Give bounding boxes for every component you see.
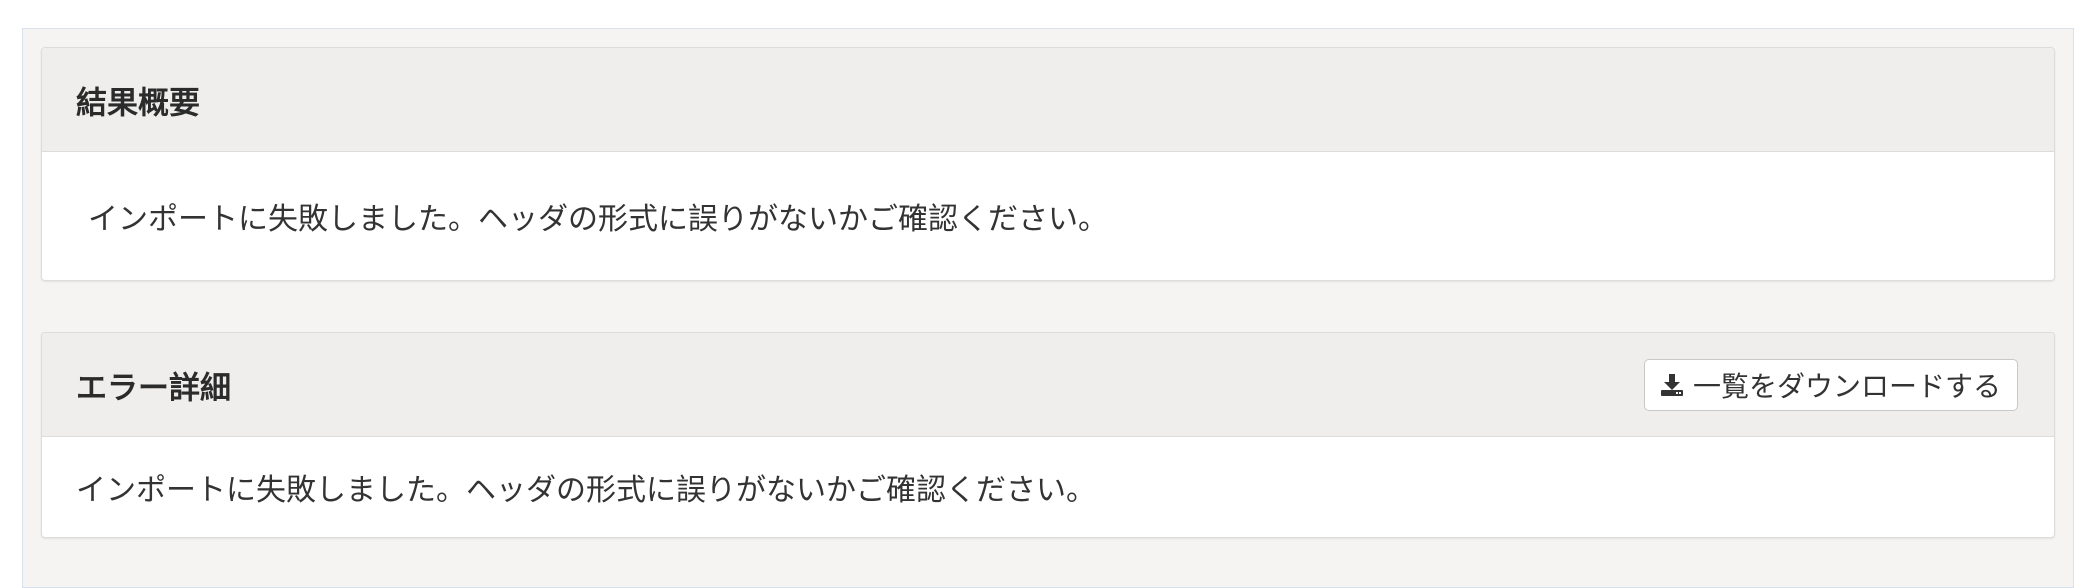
error-details-title: エラー詳細: [76, 370, 231, 406]
error-details-body: インポートに失敗しました。ヘッダの形式に誤りがないかご確認ください。: [42, 437, 2054, 537]
result-summary-body: インポートに失敗しました。ヘッダの形式に誤りがないかご確認ください。: [42, 152, 2054, 280]
content-area: 結果概要 インポートに失敗しました。ヘッダの形式に誤りがないかご確認ください。 …: [22, 28, 2074, 588]
result-summary-message: インポートに失敗しました。ヘッダの形式に誤りがないかご確認ください。: [88, 202, 1108, 237]
result-summary-heading: 結果概要: [42, 48, 2054, 152]
error-details-message: インポートに失敗しました。ヘッダの形式に誤りがないかご確認ください。: [76, 473, 1096, 508]
download-icon: [1659, 372, 1685, 398]
download-list-button[interactable]: 一覧をダウンロードする: [1643, 358, 2018, 411]
error-details-heading: エラー詳細 一覧をダウンロードする: [42, 333, 2054, 437]
result-summary-title: 結果概要: [76, 85, 200, 121]
result-summary-panel: 結果概要 インポートに失敗しました。ヘッダの形式に誤りがないかご確認ください。: [41, 47, 2055, 281]
error-details-panel: エラー詳細 一覧をダウンロードする インポートに失敗しました。ヘッダの形式に誤り…: [41, 332, 2055, 538]
download-list-button-label: 一覧をダウンロードする: [1692, 369, 2001, 403]
